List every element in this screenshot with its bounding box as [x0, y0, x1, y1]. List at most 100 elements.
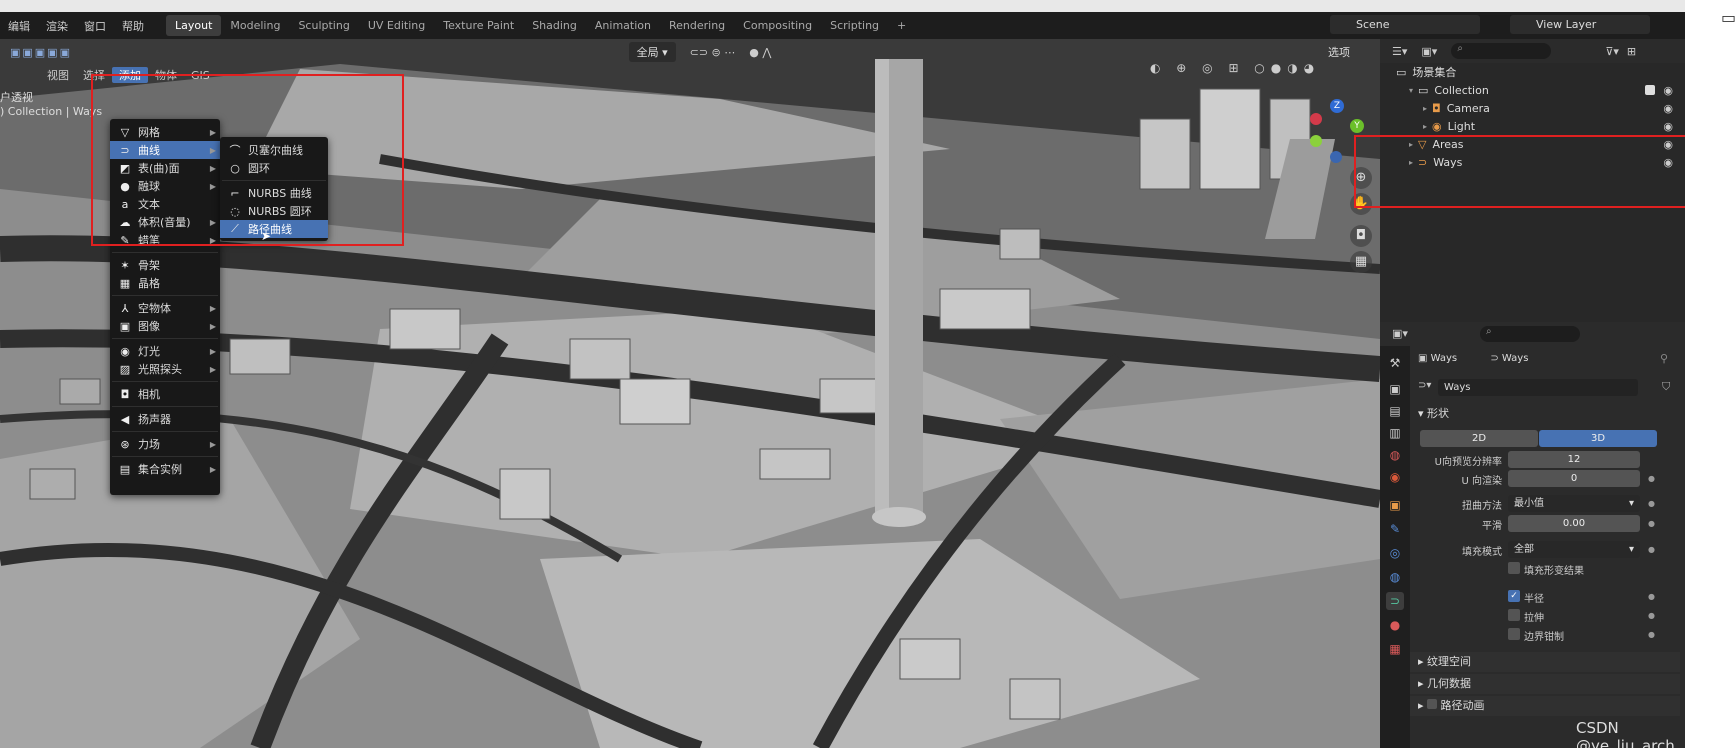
tool-tab-icon[interactable]: ⚒ — [1386, 354, 1404, 372]
gizmo-neg-z[interactable] — [1330, 151, 1342, 163]
add-menu-item[interactable]: ◀ 扬声器 — [110, 410, 220, 428]
geometry-section[interactable]: ▸ 几何数据 — [1410, 674, 1680, 694]
outliner-row[interactable]: ▾ ▭ Collection ◉ — [1380, 81, 1685, 99]
add-menu-item[interactable]: ▣ 图像 ▶ — [110, 317, 220, 335]
add-menu-item[interactable]: ▤ 集合实例 ▶ — [110, 460, 220, 478]
options-dropdown[interactable]: 选项 — [1328, 44, 1350, 60]
outliner-item-label: Collection — [1434, 83, 1489, 97]
exclude-checkbox[interactable] — [1645, 85, 1655, 95]
tab-shading[interactable]: Shading — [523, 15, 586, 36]
menu-view[interactable]: 视图 — [40, 67, 76, 83]
mode-3d-button[interactable]: 3D — [1539, 430, 1657, 447]
add-menu-item[interactable]: ✶ 骨架 — [110, 256, 220, 274]
tab-uv-editing[interactable]: UV Editing — [359, 15, 434, 36]
material-tab-icon[interactable]: ● — [1386, 616, 1404, 634]
preview-u-field[interactable]: 12 — [1508, 451, 1640, 468]
radius-checkbox[interactable]: ✓ — [1508, 590, 1520, 602]
keyframe-dot[interactable]: ● — [1648, 499, 1655, 508]
render-u-field[interactable]: 0 — [1508, 470, 1640, 487]
add-menu-item[interactable]: ⅄ 空物体 ▶ — [110, 299, 220, 317]
keyframe-dot[interactable]: ● — [1648, 611, 1655, 620]
physics-tab-icon[interactable]: ◍ — [1386, 568, 1404, 586]
menu-separator — [112, 295, 218, 296]
menu-help[interactable]: 帮助 — [114, 18, 152, 34]
menu-render[interactable]: 渲染 — [38, 18, 76, 34]
visibility-eye-icon[interactable]: ◉ — [1663, 102, 1673, 115]
mode-2d-button[interactable]: 2D — [1420, 430, 1538, 447]
scene-collection-row[interactable]: ▭ 场景集合 — [1380, 63, 1685, 81]
editor-type-icon[interactable]: ▣▾ — [1392, 327, 1408, 340]
tab-rendering[interactable]: Rendering — [660, 15, 734, 36]
filter-view-icon[interactable]: ▣▾ — [1421, 45, 1437, 58]
outliner-row[interactable]: ▸ ◉ Light ◉ — [1380, 117, 1685, 135]
texture-tab-icon[interactable]: ▦ — [1386, 640, 1404, 658]
stretch-checkbox[interactable] — [1508, 609, 1520, 621]
tab-compositing[interactable]: Compositing — [734, 15, 821, 36]
new-collection-icon[interactable]: ⊞ — [1627, 45, 1636, 58]
keyframe-dot[interactable]: ● — [1648, 630, 1655, 639]
outliner-search-input[interactable]: ⌕ — [1451, 43, 1552, 59]
particles-tab-icon[interactable]: ◎ — [1386, 544, 1404, 562]
bounds-clamp-checkbox[interactable] — [1508, 628, 1520, 640]
add-menu-item[interactable]: ◉ 灯光 ▶ — [110, 342, 220, 360]
world-tab-icon[interactable]: ◉ — [1386, 468, 1404, 486]
add-menu-item[interactable]: ▦ 晶格 — [110, 274, 220, 292]
keyframe-dot[interactable]: ● — [1648, 592, 1655, 601]
twist-method-dropdown[interactable]: 最小值 ▾ — [1508, 495, 1640, 512]
path-animation-section[interactable]: ▸ 路径动画 — [1410, 696, 1680, 716]
texture-space-section[interactable]: ▸ 纹理空间 — [1410, 652, 1680, 672]
object-tab-icon[interactable]: ▣ — [1386, 496, 1404, 514]
proportional-edit-icon[interactable]: ● ⋀ — [749, 46, 771, 59]
datablock-name-field[interactable]: Ways — [1438, 379, 1638, 396]
fill-deformed-checkbox[interactable] — [1508, 562, 1520, 574]
path-animation-checkbox[interactable] — [1427, 699, 1438, 709]
display-mode-icon[interactable]: ☰▾ — [1392, 45, 1407, 58]
tab-modeling[interactable]: Modeling — [221, 15, 289, 36]
gizmo-neg-y[interactable] — [1310, 135, 1322, 147]
scene-tab-icon[interactable]: ◍ — [1386, 446, 1404, 464]
gizmo-z-axis[interactable]: Z — [1330, 99, 1344, 113]
view-layer-tab-icon[interactable]: ▥ — [1386, 424, 1404, 442]
tab-scripting[interactable]: Scripting — [821, 15, 888, 36]
menu-window[interactable]: 窗口 — [76, 18, 114, 34]
fill-mode-dropdown[interactable]: 全部 ▾ — [1508, 541, 1640, 558]
tab-texture-paint[interactable]: Texture Paint — [434, 15, 523, 36]
camera-view-icon[interactable]: ◘ — [1350, 225, 1372, 247]
snap-icon[interactable]: ⊂⊃ ⊜ ⋯ — [690, 46, 736, 59]
viewport-shading-buttons[interactable]: ◐ ⊕ ◎ ⊞ ○●◑◕ — [1150, 61, 1320, 75]
tab-sculpting[interactable]: Sculpting — [289, 15, 358, 36]
outliner-row[interactable]: ▸ ◘ Camera ◉ — [1380, 99, 1685, 117]
visibility-eye-icon[interactable]: ◉ — [1663, 120, 1673, 133]
expand-toggle-icon[interactable]: ▸ — [1418, 104, 1432, 113]
menu-edit[interactable]: 编辑 — [0, 18, 38, 34]
output-tab-icon[interactable]: ▤ — [1386, 402, 1404, 420]
add-menu-item[interactable]: ◘ 相机 — [110, 385, 220, 403]
gizmo-x-axis[interactable] — [1310, 113, 1322, 125]
scene-selector[interactable]: Scene — [1330, 15, 1480, 34]
select-mode-icons[interactable]: ▣▣▣▣▣ — [10, 46, 72, 59]
fake-user-icon[interactable]: ⛉ — [1662, 380, 1670, 394]
smooth-field[interactable]: 0.00 — [1508, 515, 1640, 532]
curve-data-tab-icon[interactable]: ⊃ — [1386, 592, 1404, 610]
expand-toggle-icon[interactable]: ▸ — [1418, 122, 1432, 131]
add-menu-item[interactable]: ⊛ 力场 ▶ — [110, 435, 220, 453]
tab-animation[interactable]: Animation — [586, 15, 660, 36]
keyframe-dot[interactable]: ● — [1648, 545, 1655, 554]
tab-layout[interactable]: Layout — [166, 15, 222, 36]
scene-collection-icon: ▭ — [1396, 65, 1407, 79]
modifier-tab-icon[interactable]: ✎ — [1386, 520, 1404, 538]
transform-orientation-dropdown[interactable]: 全局 ▾ — [628, 42, 676, 62]
pin-icon[interactable]: ⚲ — [1660, 352, 1668, 365]
visibility-eye-icon[interactable]: ◉ — [1663, 84, 1673, 97]
add-menu-item[interactable]: ▨ 光照探头 ▶ — [110, 360, 220, 378]
expand-toggle-icon[interactable]: ▾ — [1404, 86, 1418, 95]
filter-icon[interactable]: ⊽▾ — [1605, 45, 1619, 58]
perspective-toggle-icon[interactable]: ▦ — [1350, 251, 1372, 273]
render-tab-icon[interactable]: ▣ — [1386, 380, 1404, 398]
gizmo-y-axis[interactable]: Y — [1350, 119, 1364, 133]
shape-section-header[interactable]: ▾ 形状 — [1410, 404, 1680, 424]
add-workspace-icon[interactable]: + — [888, 15, 915, 36]
keyframe-dot[interactable]: ● — [1648, 474, 1655, 483]
view-layer-selector[interactable]: View Layer — [1510, 15, 1650, 34]
keyframe-dot[interactable]: ● — [1648, 519, 1655, 528]
